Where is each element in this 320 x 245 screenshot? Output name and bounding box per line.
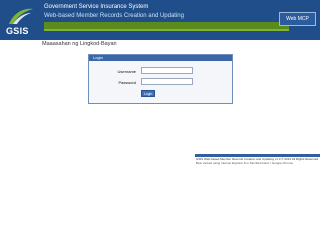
- password-label: Password: [118, 80, 136, 85]
- app-header: GSIS Government Service Insurance System…: [0, 0, 320, 40]
- username-label: Username: [117, 69, 136, 74]
- gsis-logo: GSIS: [3, 2, 39, 38]
- tagline: Maaasahan ng Lingkod-Bayan: [42, 41, 117, 47]
- system-title: Government Service Insurance System: [44, 4, 149, 10]
- login-button[interactable]: Login: [141, 90, 155, 97]
- login-panel-header: Login: [89, 55, 232, 61]
- web-mcp-button[interactable]: Web MCP: [279, 12, 316, 26]
- swoosh-icon: [9, 8, 33, 24]
- username-input[interactable]: [141, 67, 193, 74]
- login-panel-title: Login: [93, 55, 103, 60]
- footer-browser-note: Best viewed using Internet Explorer 8 or…: [196, 161, 294, 165]
- password-input[interactable]: [141, 78, 193, 85]
- system-subtitle: Web-based Member Records Creation and Up…: [44, 13, 184, 19]
- header-green-band: [44, 22, 289, 29]
- header-green-accent: [44, 29, 289, 31]
- logo-text: GSIS: [6, 26, 29, 36]
- login-panel: Login Username Password Login: [88, 54, 233, 104]
